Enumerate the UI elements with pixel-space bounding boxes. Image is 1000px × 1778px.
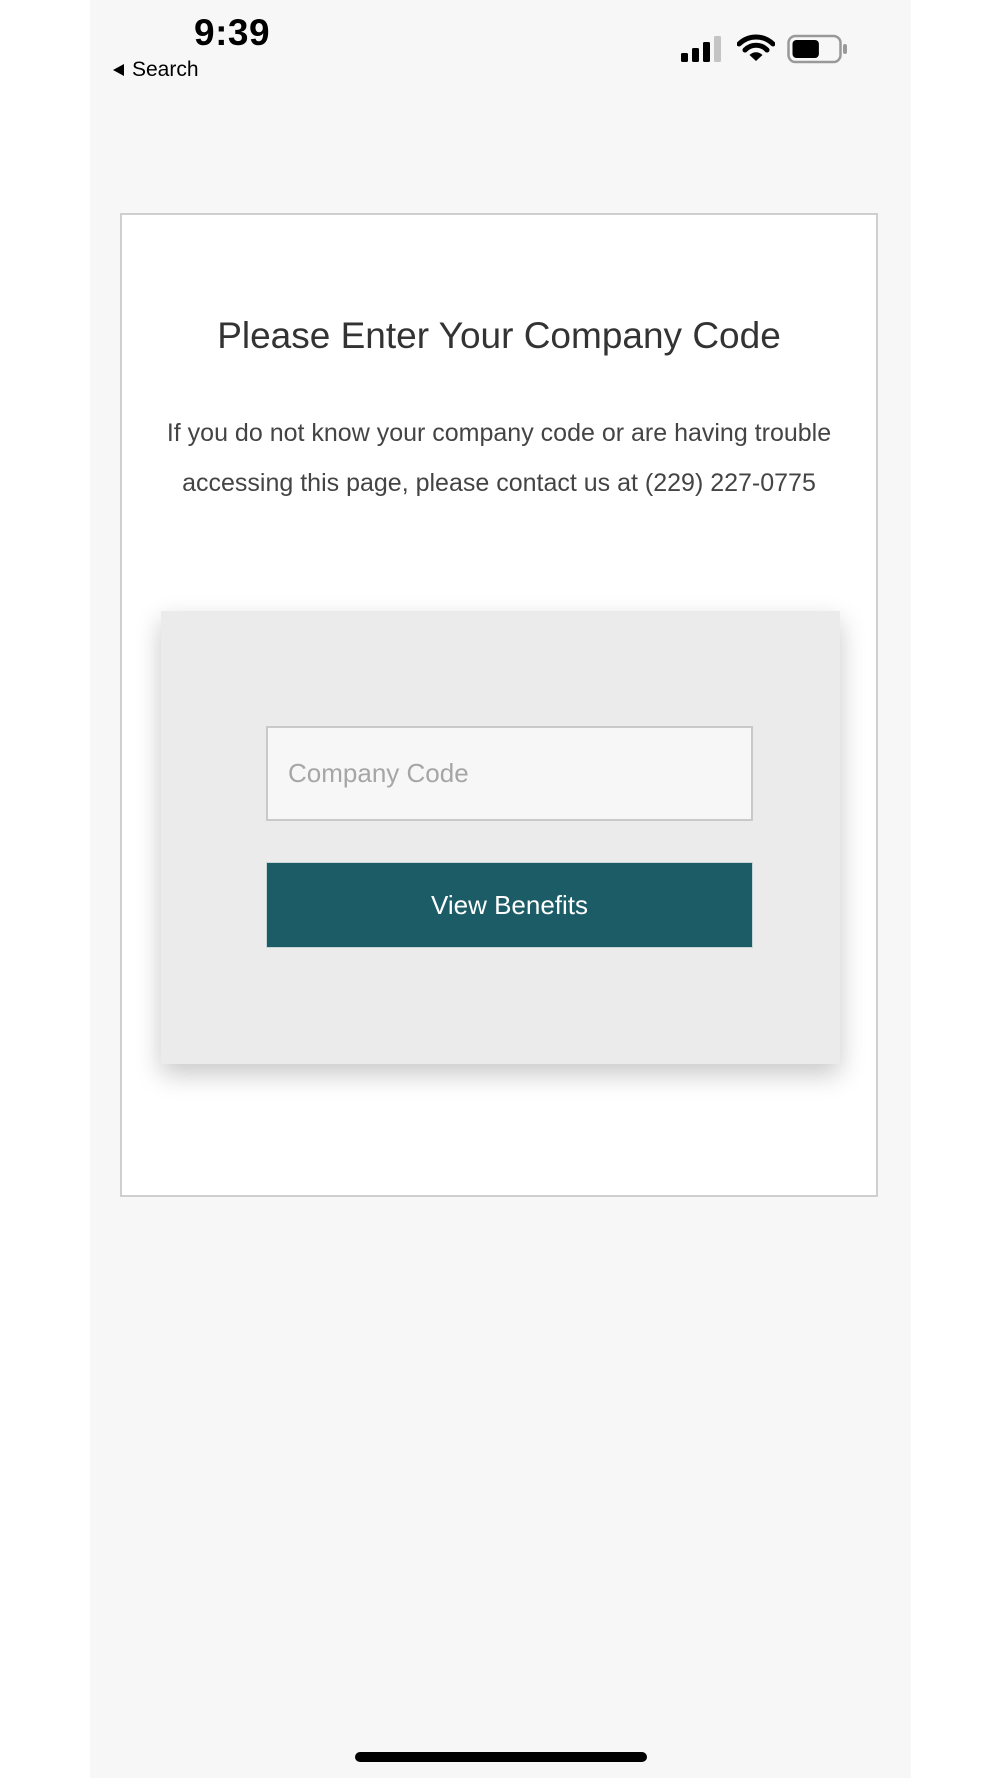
phone-screen: 9:39 Search Please Enter Your Company Co… (90, 0, 911, 1778)
wifi-icon (737, 34, 775, 61)
battery-icon (787, 34, 847, 64)
back-to-search-link[interactable]: Search (113, 58, 199, 82)
view-benefits-button[interactable]: View Benefits (266, 862, 753, 948)
back-arrow-icon (113, 64, 124, 76)
company-code-card: Please Enter Your Company Code If you do… (120, 213, 878, 1197)
home-indicator (355, 1752, 647, 1762)
page-title: Please Enter Your Company Code (217, 315, 781, 356)
cellular-signal-icon (681, 36, 721, 62)
company-code-input[interactable] (266, 726, 753, 821)
help-text: If you do not know your company code or … (166, 419, 832, 497)
back-link-label: Search (132, 58, 199, 81)
status-time: 9:39 (194, 12, 271, 53)
code-form-panel: View Benefits (161, 611, 840, 1064)
